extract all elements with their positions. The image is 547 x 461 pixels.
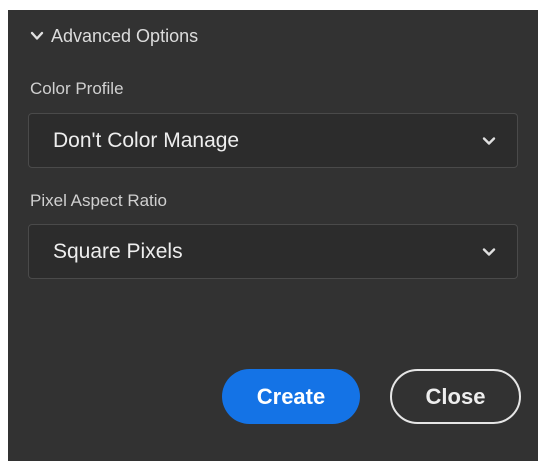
chevron-down-icon xyxy=(30,31,44,40)
advanced-options-toggle[interactable]: Advanced Options xyxy=(30,24,198,48)
pixel-aspect-ratio-label: Pixel Aspect Ratio xyxy=(30,191,168,210)
chevron-down-icon xyxy=(482,137,496,145)
color-profile-label: Color Profile xyxy=(30,79,124,98)
advanced-options-panel: Advanced Options Color Profile Don't Col… xyxy=(8,10,538,461)
color-profile-value: Don't Color Manage xyxy=(53,129,240,152)
pixel-aspect-ratio-select[interactable]: Square Pixels xyxy=(28,224,518,279)
create-button[interactable]: Create xyxy=(222,369,360,424)
advanced-options-label: Advanced Options xyxy=(51,25,199,46)
pixel-aspect-ratio-value: Square Pixels xyxy=(53,240,183,263)
close-button[interactable]: Close xyxy=(390,369,521,424)
color-profile-select[interactable]: Don't Color Manage xyxy=(28,113,518,168)
chevron-down-icon xyxy=(482,248,496,256)
